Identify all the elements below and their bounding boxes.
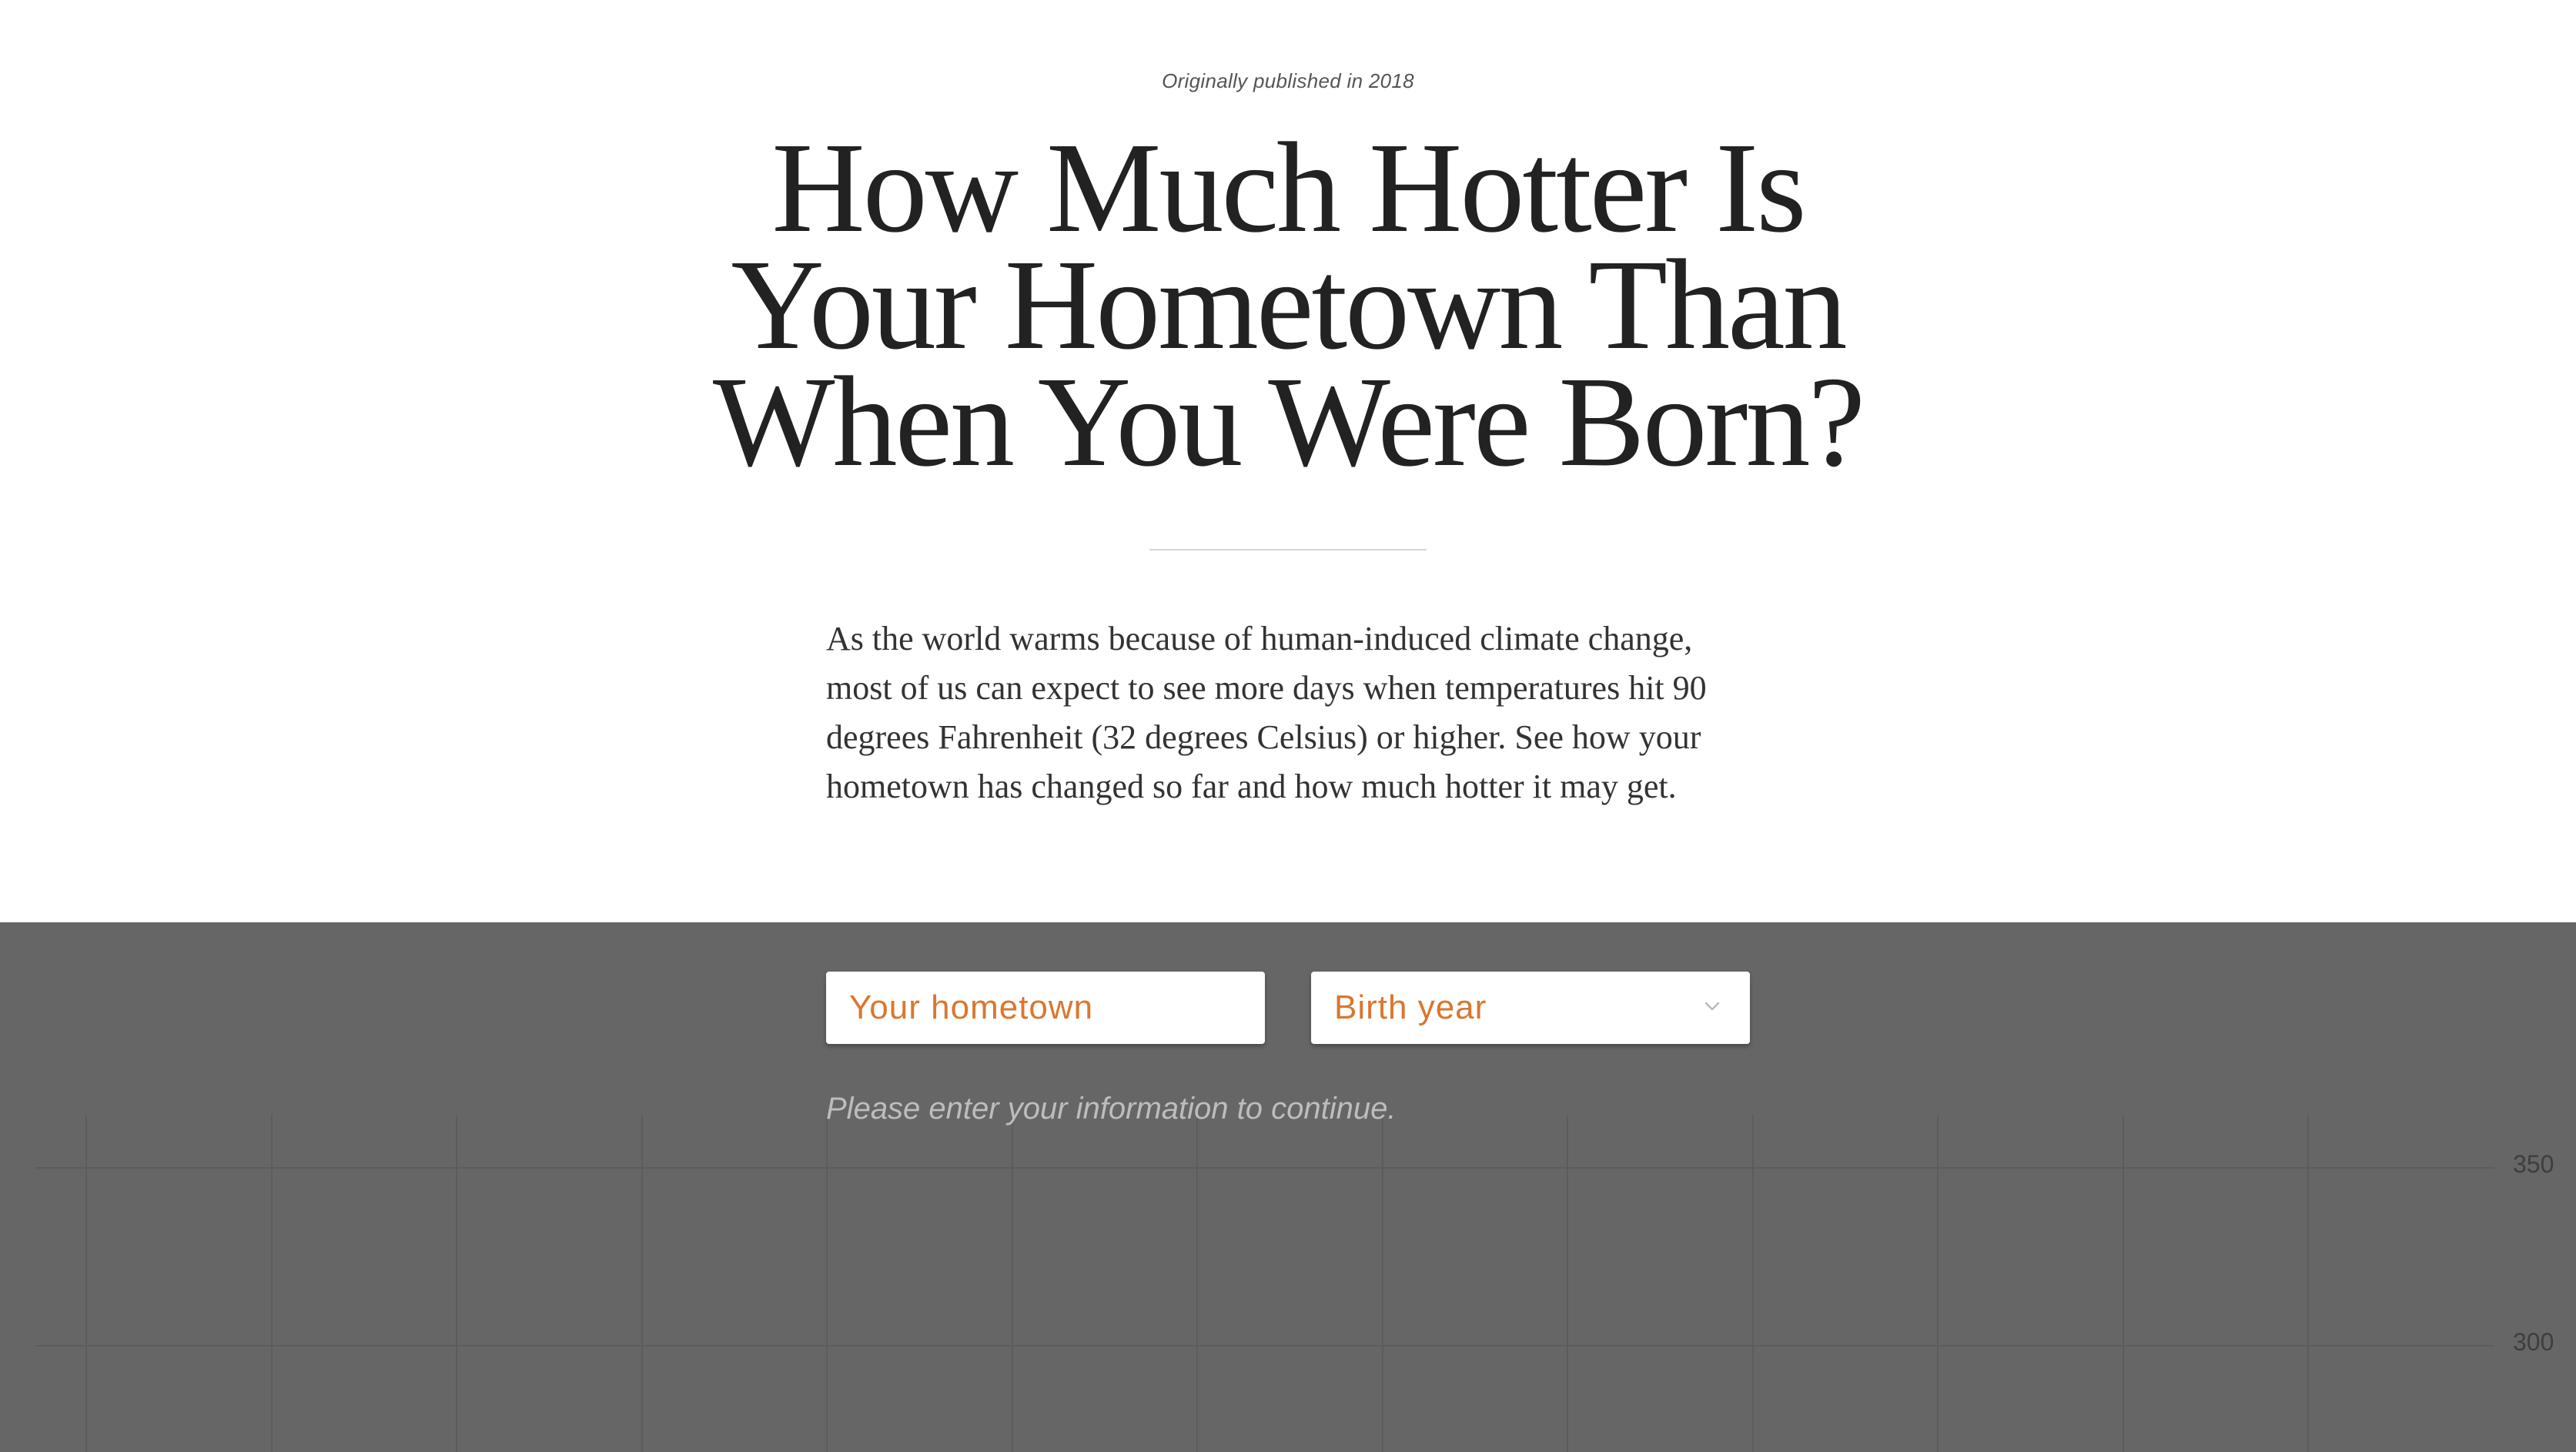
page-title: How Much Hotter Is Your Hometown Than Wh… (712, 116, 1865, 493)
article-summary: As the world warms because of human-indu… (826, 620, 1707, 805)
birth-year-label: Birth year (1334, 989, 1487, 1026)
hometown-field[interactable] (826, 972, 1265, 1044)
chevron-down-icon (1705, 1002, 1720, 1011)
chart-background (35, 1115, 2494, 1452)
y-tick-label: 350 (2513, 1150, 2554, 1178)
interactive-panel: Birth year Please enter your information… (0, 922, 2576, 1452)
article-header: Originally published in 2018 How Much Ho… (0, 0, 2576, 922)
birth-year-select[interactable]: Birth year (1311, 972, 1750, 1044)
y-tick-label: 300 (2513, 1328, 2554, 1356)
form-prompt: Please enter your information to continu… (826, 1092, 1397, 1126)
publication-note: Originally published in 2018 (1162, 69, 1414, 92)
divider (1149, 549, 1427, 550)
hometown-input[interactable] (826, 972, 1265, 1044)
